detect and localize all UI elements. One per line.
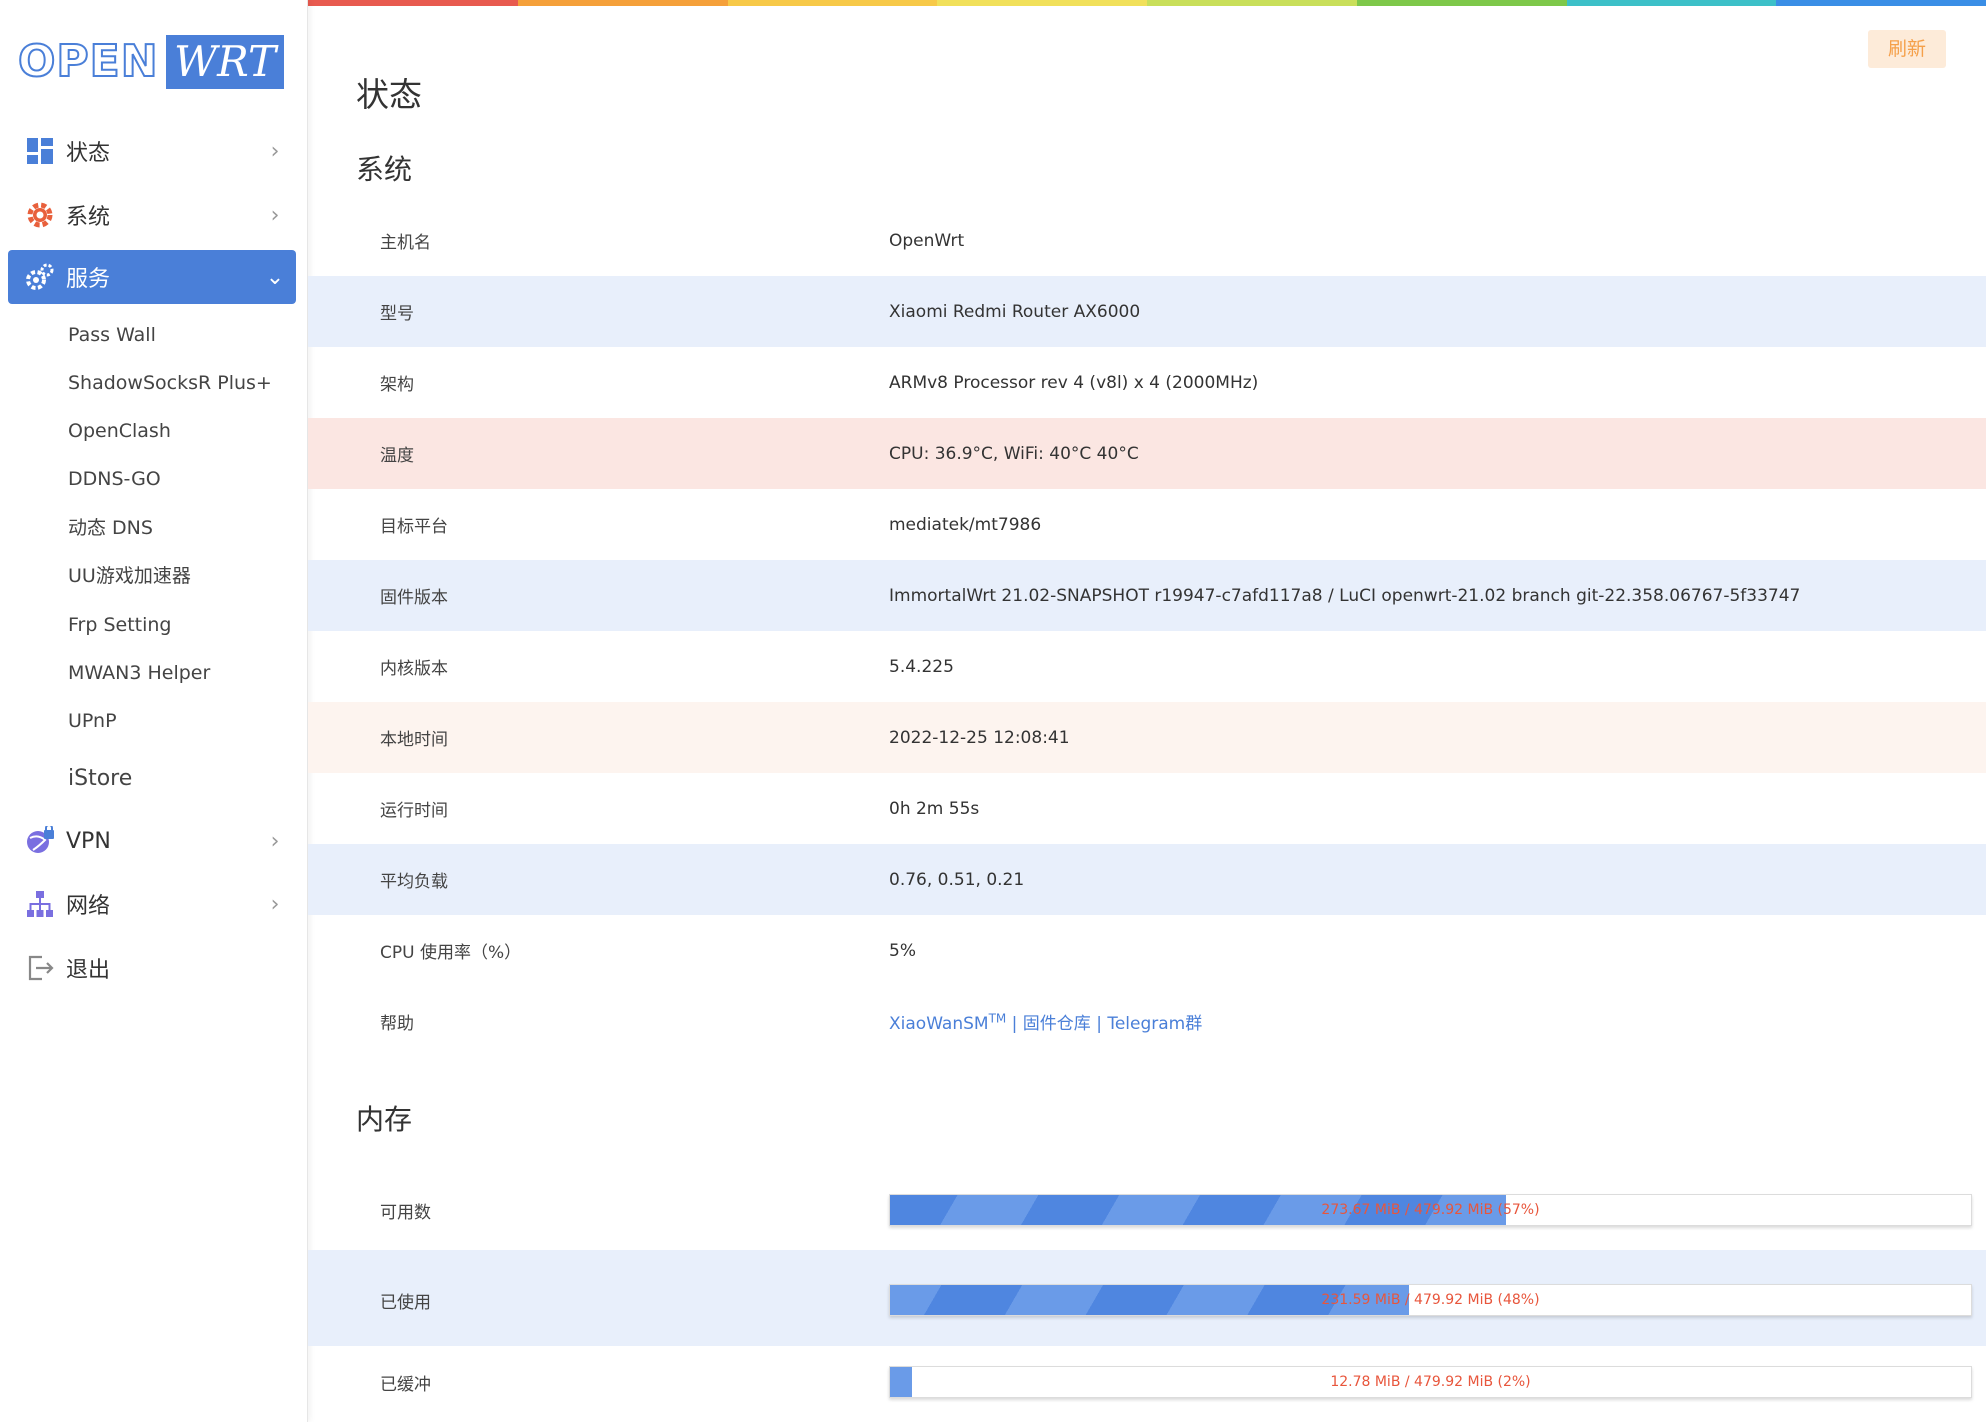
table-row: 架构 ARMv8 Processor rev 4 (v8l) x 4 (2000…	[308, 347, 1986, 418]
table-row: 本地时间 2022-12-25 12:08:41	[308, 702, 1986, 773]
chevron-right-icon: ›	[270, 828, 280, 854]
progress-text: 273.67 MiB / 479.92 MiB (57%)	[1321, 1202, 1540, 1218]
chevron-right-icon: ›	[270, 202, 280, 228]
sidebar-subitem-mwan3-helper[interactable]: MWAN3 Helper	[68, 659, 210, 687]
sidebar-item-label: 系统	[66, 205, 111, 230]
row-key: 温度	[380, 446, 414, 466]
section-title-memory: 内存	[356, 1103, 413, 1136]
sidebar-subitem-passwall[interactable]: Pass Wall	[68, 321, 156, 349]
sidebar-item-network[interactable]: 网络 ›	[8, 877, 296, 931]
row-key: 帮助	[380, 1014, 414, 1034]
table-row: 主机名 OpenWrt	[308, 205, 1986, 276]
row-value: Xiaomi Redmi Router AX6000	[889, 301, 1141, 322]
gear-icon	[24, 199, 56, 231]
row-value: ARMv8 Processor rev 4 (v8l) x 4 (2000MHz…	[889, 372, 1259, 393]
table-row: 目标平台 mediatek/mt7986	[308, 489, 1986, 560]
section-title-system: 系统	[356, 153, 413, 186]
progress-text: 231.59 MiB / 479.92 MiB (48%)	[1321, 1292, 1540, 1308]
gears-icon	[24, 261, 56, 293]
row-key: 运行时间	[380, 801, 448, 821]
progress-text: 12.78 MiB / 479.92 MiB (2%)	[1330, 1374, 1531, 1390]
row-key: 主机名	[380, 233, 431, 253]
row-value: 5.4.225	[889, 656, 954, 677]
table-row: 固件版本 ImmortalWrt 21.02-SNAPSHOT r19947-c…	[308, 560, 1986, 631]
row-key: 目标平台	[380, 517, 448, 537]
globe-lock-icon	[24, 825, 56, 857]
network-icon	[24, 888, 56, 920]
sidebar-item-label: 服务	[66, 267, 111, 292]
dashboard-icon	[24, 135, 56, 167]
sidebar-item-label: 状态	[66, 141, 111, 166]
table-row: 温度 CPU: 36.9°C, WiFi: 40°C 40°C	[308, 418, 1986, 489]
page-title: 状态	[356, 75, 422, 114]
row-value: CPU: 36.9°C, WiFi: 40°C 40°C	[889, 443, 1139, 464]
xiaowansm-link[interactable]: XiaoWanSM	[889, 1014, 989, 1034]
table-row: 平均负载 0.76, 0.51, 0.21	[308, 844, 1986, 915]
openwrt-logo[interactable]: OPEN WRT	[17, 34, 286, 90]
table-row: 型号 Xiaomi Redmi Router AX6000	[308, 276, 1986, 347]
memory-row-available: 可用数 273.67 MiB / 479.92 MiB (57%)	[308, 1160, 1986, 1256]
refresh-button[interactable]: 刷新	[1868, 30, 1946, 68]
row-key: 平均负载	[380, 872, 448, 892]
row-key: 已缓冲	[380, 1375, 431, 1395]
row-value: OpenWrt	[889, 230, 965, 251]
row-key: 已使用	[380, 1293, 431, 1313]
main-content: 刷新 状态 系统 主机名 OpenWrt 型号 Xiaomi Redmi Rou…	[308, 6, 1986, 1422]
progress-bar: 231.59 MiB / 479.92 MiB (48%)	[889, 1284, 1972, 1316]
logout-icon	[24, 952, 56, 984]
sidebar-item-system[interactable]: 系统 ›	[8, 188, 296, 242]
help-links: XiaoWanSMTM | 固件仓库 | Telegram群	[889, 1009, 1202, 1034]
row-key: 固件版本	[380, 588, 448, 608]
sidebar-item-label: VPN	[66, 828, 111, 854]
row-value: ImmortalWrt 21.02-SNAPSHOT r19947-c7afd1…	[889, 585, 1801, 606]
sidebar-subitem-uu-booster[interactable]: UU游戏加速器	[68, 562, 191, 590]
row-value: 5%	[889, 940, 916, 961]
logo-wrt-text: WRT	[166, 35, 284, 89]
row-value: 0h 2m 55s	[889, 798, 980, 819]
memory-row-buffered: 已缓冲 12.78 MiB / 479.92 MiB (2%)	[308, 1332, 1986, 1422]
progress-bar: 12.78 MiB / 479.92 MiB (2%)	[889, 1366, 1972, 1398]
row-value: 0.76, 0.51, 0.21	[889, 869, 1025, 890]
table-row: 运行时间 0h 2m 55s	[308, 773, 1986, 844]
row-key: 可用数	[380, 1203, 431, 1223]
row-value: 2022-12-25 12:08:41	[889, 727, 1070, 748]
firmware-repo-link[interactable]: 固件仓库	[1023, 1014, 1091, 1034]
row-key: 架构	[380, 375, 414, 395]
row-key: CPU 使用率（%）	[380, 943, 522, 963]
link-separator: |	[1006, 1014, 1023, 1034]
progress-bar: 273.67 MiB / 479.92 MiB (57%)	[889, 1194, 1972, 1226]
sidebar-subitem-dynamic-dns[interactable]: 动态 DNS	[68, 514, 153, 542]
sidebar-subitem-frp-setting[interactable]: Frp Setting	[68, 611, 172, 639]
sidebar-item-label: 网络	[66, 894, 111, 919]
sidebar-item-services[interactable]: 服务 ⌄	[8, 250, 296, 304]
sidebar-subitem-ddns-go[interactable]: DDNS-GO	[68, 465, 161, 493]
sidebar-item-logout[interactable]: 退出	[8, 941, 296, 995]
table-row: CPU 使用率（%） 5%	[308, 915, 1986, 986]
chevron-down-icon: ⌄	[265, 264, 285, 290]
sidebar-item-label: 退出	[66, 958, 111, 983]
row-key: 内核版本	[380, 659, 448, 679]
sidebar: OPEN WRT 状态 › 系统 › 服务 ⌄ Pass Wall Shadow…	[0, 0, 308, 1422]
telegram-group-link[interactable]: Telegram群	[1107, 1014, 1202, 1034]
sidebar-subitem-upnp[interactable]: UPnP	[68, 707, 117, 735]
sidebar-item-vpn[interactable]: VPN ›	[8, 814, 296, 868]
sidebar-item-istore[interactable]: iStore	[68, 765, 132, 793]
sidebar-subitem-openclash[interactable]: OpenClash	[68, 417, 171, 445]
sidebar-item-status[interactable]: 状态 ›	[8, 124, 296, 178]
row-key: 本地时间	[380, 730, 448, 750]
logo-open-text: OPEN	[17, 35, 159, 88]
table-row-help: 帮助 XiaoWanSMTM | 固件仓库 | Telegram群	[308, 986, 1986, 1057]
chevron-right-icon: ›	[270, 891, 280, 917]
row-key: 型号	[380, 304, 414, 324]
link-separator: |	[1090, 1014, 1108, 1034]
chevron-right-icon: ›	[270, 138, 280, 164]
row-value: mediatek/mt7986	[889, 514, 1042, 535]
table-row: 内核版本 5.4.225	[308, 631, 1986, 702]
trademark-mark: TM	[988, 1011, 1007, 1026]
sidebar-subitem-ssr-plus[interactable]: ShadowSocksR Plus+	[68, 369, 272, 397]
